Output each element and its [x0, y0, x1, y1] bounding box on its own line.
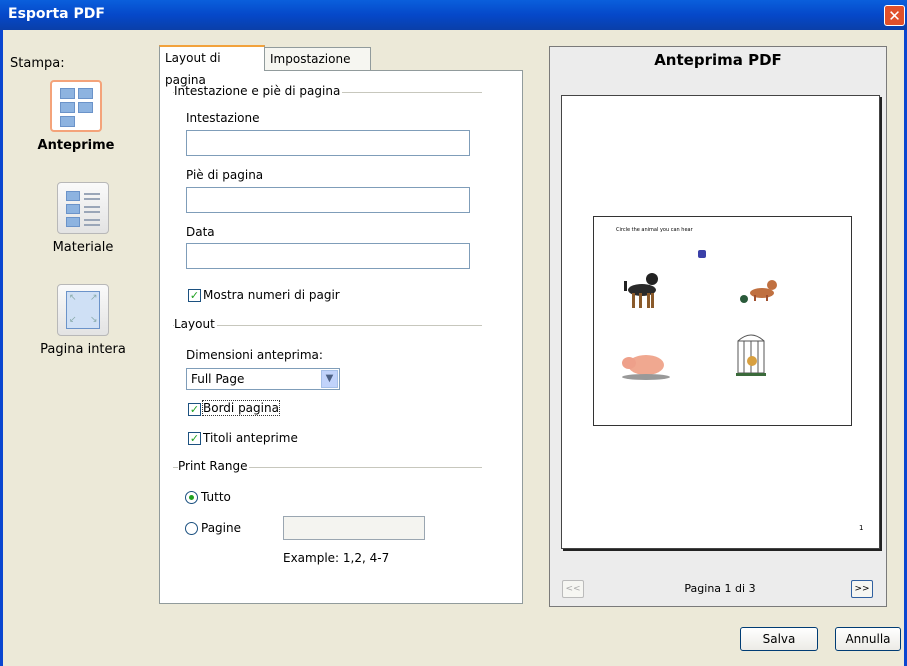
- kitten-picture: [740, 280, 777, 303]
- group-print-range: Print Range: [178, 459, 250, 473]
- date-input[interactable]: [186, 243, 470, 269]
- close-icon[interactable]: ✕: [884, 5, 905, 26]
- pages-label: Pagine: [201, 521, 241, 535]
- handout-layout-icon: [57, 182, 109, 234]
- sidebar-item-materiale[interactable]: Materiale: [33, 182, 133, 255]
- all-pages-radio[interactable]: [185, 491, 198, 504]
- page-borders-label: Bordi pagina: [202, 400, 280, 416]
- sidebar-item-anteprime[interactable]: Anteprime: [26, 80, 126, 153]
- page-indicator: Pagina 1 di 3: [684, 582, 756, 595]
- chevron-down-icon[interactable]: ▼: [321, 370, 338, 388]
- title-bar: Esporta PDF ✕: [0, 0, 907, 30]
- footer-input[interactable]: [186, 187, 470, 213]
- animal-pictures: [622, 273, 777, 380]
- sidebar-item-label: Anteprime: [37, 138, 115, 153]
- preview-title: Anteprima PDF: [654, 51, 782, 69]
- header-input[interactable]: [186, 130, 470, 156]
- birdcage-picture: [736, 334, 766, 376]
- preview-titles-checkbox[interactable]: ✓: [188, 432, 201, 445]
- pig-picture: [622, 355, 670, 380]
- preview-titles-label: Titoli anteprime: [203, 431, 298, 445]
- tab-layout-di-pagina[interactable]: Layout di pagina: [159, 45, 265, 87]
- thumbnails-layout-icon: [50, 80, 102, 132]
- all-pages-label: Tutto: [201, 490, 231, 504]
- preview-size-select[interactable]: Full Page ▼: [186, 368, 340, 390]
- pages-example: Example: 1,2, 4-7: [283, 551, 390, 565]
- cancel-button[interactable]: Annulla: [835, 627, 901, 651]
- preview-size-label: Dimensioni anteprima:: [186, 348, 323, 362]
- stampa-heading: Stampa:: [10, 56, 65, 71]
- previous-page-button[interactable]: <<: [562, 580, 584, 598]
- page-borders-checkbox[interactable]: ✓: [188, 403, 201, 416]
- footer-label: Piè di pagina: [186, 168, 264, 182]
- save-button[interactable]: Salva: [740, 627, 818, 651]
- sidebar-item-label: Pagina intera: [40, 342, 126, 357]
- preview-page-number: 1: [859, 524, 864, 532]
- full-page-layout-icon: ↖ ↗ ↙ ↘: [57, 284, 109, 336]
- show-page-numbers-checkbox[interactable]: ✓: [188, 289, 201, 302]
- sidebar-item-pagina-intera[interactable]: ↖ ↗ ↙ ↘ Pagina intera: [33, 284, 133, 357]
- next-page-button[interactable]: >>: [851, 580, 873, 598]
- date-label: Data: [186, 225, 215, 239]
- pages-radio[interactable]: [185, 522, 198, 535]
- pages-input[interactable]: [283, 516, 425, 540]
- show-page-numbers-label: Mostra numeri di pagir: [203, 288, 340, 302]
- sidebar-item-label: Materiale: [52, 240, 114, 255]
- preview-page: Circle the animal you can hear 1: [561, 95, 880, 549]
- tab-impostazione-pdf[interactable]: Impostazione PDF: [264, 47, 371, 88]
- header-label: Intestazione: [186, 111, 260, 125]
- pdf-preview-panel: Anteprima PDF Circle the animal you can …: [549, 46, 887, 607]
- dog-picture: [624, 273, 658, 308]
- group-layout: Layout: [174, 317, 217, 331]
- preview-size-value: Full Page: [191, 372, 245, 386]
- window-title: Esporta PDF: [8, 6, 105, 22]
- slide-thumbnail: Circle the animal you can hear: [593, 216, 852, 426]
